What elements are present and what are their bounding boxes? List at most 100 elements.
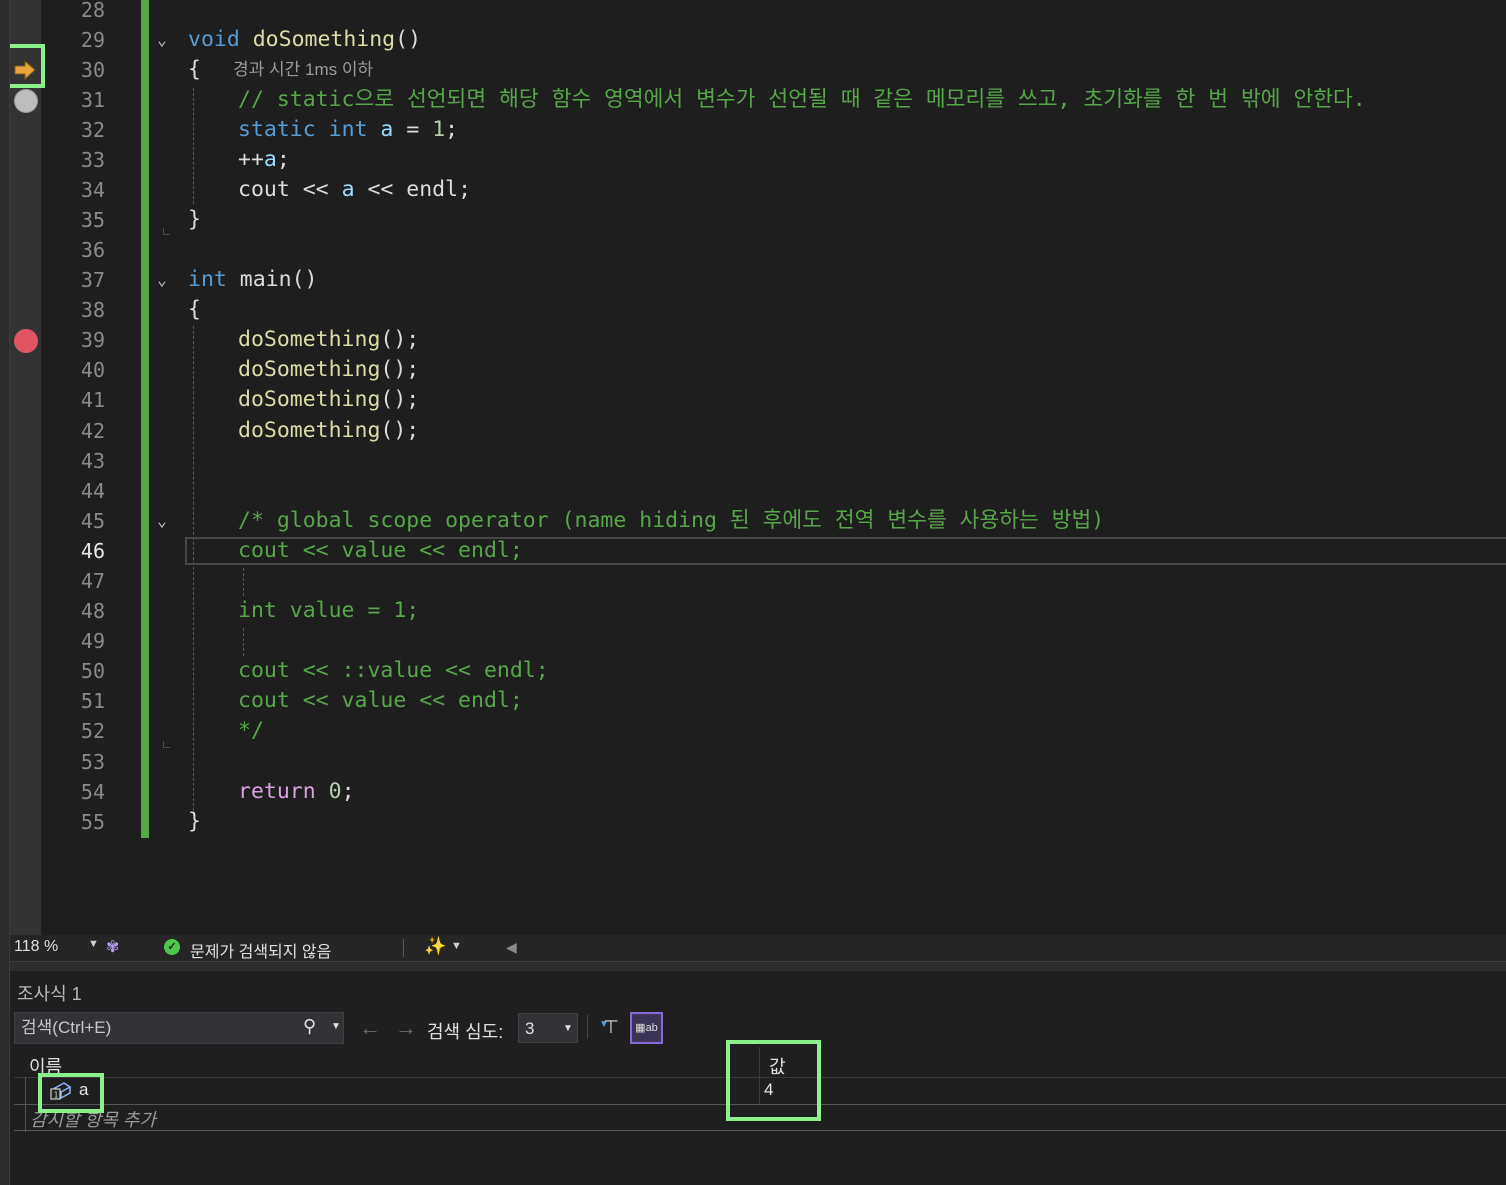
search-input[interactable] xyxy=(21,1017,291,1039)
code-line-42[interactable]: doSomething(); xyxy=(238,416,419,446)
code-line-32[interactable]: static int a = 1; xyxy=(238,115,458,145)
fold-toggle-icon[interactable]: ⌄ xyxy=(151,506,173,536)
hex-display-icon: ▦ab xyxy=(635,1022,658,1034)
code-line-30[interactable]: { xyxy=(188,55,201,85)
arrow-right-icon[interactable]: → xyxy=(395,1015,417,1041)
glyph-margin[interactable] xyxy=(10,0,41,935)
code-line-40[interactable]: doSomething(); xyxy=(238,355,419,385)
code-line-35[interactable]: } xyxy=(188,205,201,235)
number: 0 xyxy=(328,779,342,804)
punctuation: () xyxy=(395,27,422,52)
code-line-45[interactable]: /* global scope operator (name hiding 된 … xyxy=(238,506,1104,536)
pin-button[interactable]: ▼ ⊤ xyxy=(597,1013,625,1041)
keyword: static xyxy=(238,117,316,142)
zoom-level[interactable]: 118 % xyxy=(14,938,58,956)
code-line-33[interactable]: ++a; xyxy=(238,145,290,175)
punctuation: (); xyxy=(380,357,420,382)
code-line-29[interactable]: void doSomething() xyxy=(188,25,421,55)
fold-bracket xyxy=(163,228,170,235)
check-circle-icon: ✓ xyxy=(164,939,180,955)
chevron-down-icon[interactable]: ▼ xyxy=(331,1021,341,1032)
code-editor[interactable]: 28 29 30 31 32 33 34 35 36 37 38 39 40 4… xyxy=(0,0,1506,935)
punctuation: (); xyxy=(380,327,420,352)
code-text: main() xyxy=(226,267,318,292)
search-icon[interactable]: ⚲ xyxy=(303,1016,316,1037)
operator: ++ xyxy=(238,147,264,172)
code-line-41[interactable]: doSomething(); xyxy=(238,385,419,415)
line-number: 53 xyxy=(80,750,105,774)
brace: } xyxy=(188,809,201,834)
function-name: doSomething xyxy=(252,27,396,52)
code-line-31[interactable]: // static으로 선언되면 해당 함수 영역에서 변수가 선언될 때 같은… xyxy=(238,85,1366,115)
search-box[interactable]: ⚲ ▼ xyxy=(14,1012,344,1044)
line-numbers: 28 29 30 31 32 33 34 35 36 37 38 39 40 4… xyxy=(41,0,105,935)
highlight-box xyxy=(38,1073,104,1113)
change-tracking-bar xyxy=(141,0,149,838)
line-number: 41 xyxy=(80,388,105,412)
search-depth-select[interactable]: 3 ▼ xyxy=(518,1013,578,1043)
function-name: doSomething xyxy=(238,357,381,382)
line-number: 42 xyxy=(80,419,105,443)
comment: // static으로 선언되면 해당 함수 영역에서 변수가 선언될 때 같은… xyxy=(238,87,1366,112)
hex-display-button[interactable]: ▦ab xyxy=(630,1012,663,1044)
line-number: 35 xyxy=(80,208,105,232)
editor-status-bar: 118 % ▼ ✾ ✓ 문제가 검색되지 않음 ✨ ▼ ◀ xyxy=(10,935,1506,961)
disabled-breakpoint-icon[interactable] xyxy=(14,89,38,113)
arrow-left-icon[interactable]: ← xyxy=(359,1015,381,1041)
code-text: << endl; xyxy=(354,177,472,202)
code-line-39[interactable]: doSomething(); xyxy=(238,325,419,355)
operator: = xyxy=(393,117,433,142)
brace: { xyxy=(188,297,201,322)
function-name: doSomething xyxy=(238,387,381,412)
filter-icon: ▼ xyxy=(599,1019,609,1030)
chevron-down-icon: ▼ xyxy=(563,1023,573,1034)
code-line-34[interactable]: cout << a << endl; xyxy=(238,175,471,205)
scroll-left-icon[interactable]: ◀ xyxy=(506,939,517,956)
left-edge-strip xyxy=(0,0,10,1185)
intellicode-icon[interactable]: ✾ xyxy=(106,937,119,957)
search-depth-value: 3 xyxy=(525,1019,535,1038)
line-number: 48 xyxy=(80,599,105,623)
highlight-box xyxy=(4,44,45,88)
punctuation: (); xyxy=(380,387,420,412)
line-number: 55 xyxy=(80,810,105,834)
chevron-down-icon[interactable]: ▼ xyxy=(451,940,462,952)
issues-status[interactable]: 문제가 검색되지 않음 xyxy=(190,938,331,962)
keyword: int xyxy=(328,117,368,142)
chevron-down-icon[interactable]: ▼ xyxy=(88,938,99,950)
line-number: 47 xyxy=(80,569,105,593)
code-line-55[interactable]: } xyxy=(188,807,201,837)
code-line-50[interactable]: cout << ::value << endl; xyxy=(238,656,549,686)
code-line-38[interactable]: { xyxy=(188,295,201,325)
search-depth-label: 검색 심도: xyxy=(427,1022,504,1042)
variable: a xyxy=(380,117,394,142)
code-line-48[interactable]: int value = 1; xyxy=(238,596,419,626)
perf-tip[interactable]: 경과 시간 1ms 이하 xyxy=(233,58,373,82)
code-line-52[interactable]: */ xyxy=(238,716,264,746)
line-number: 49 xyxy=(80,629,105,653)
current-line-number: 46 xyxy=(80,539,105,563)
comment: int value = 1; xyxy=(238,598,420,623)
code-cleanup-icon[interactable]: ✨ xyxy=(424,936,446,957)
code-line-51[interactable]: cout << value << endl; xyxy=(238,686,523,716)
code-line-54[interactable]: return 0; xyxy=(238,777,355,807)
fold-toggle-icon[interactable]: ⌄ xyxy=(151,265,173,295)
indent-guide xyxy=(193,326,194,816)
brace: { xyxy=(188,57,201,82)
function-name: doSomething xyxy=(238,327,381,352)
keyword: int xyxy=(188,267,227,292)
code-line-37[interactable]: int main() xyxy=(188,265,317,295)
fold-toggle-icon[interactable]: ⌄ xyxy=(151,25,173,55)
line-number: 43 xyxy=(80,449,105,473)
punctuation: (); xyxy=(380,418,420,443)
line-number: 51 xyxy=(80,689,105,713)
breakpoint-icon[interactable] xyxy=(14,329,38,353)
line-number: 31 xyxy=(80,88,105,112)
indent-guide xyxy=(243,628,244,656)
line-number: 40 xyxy=(80,358,105,382)
code-line-46[interactable]: cout << value << endl; xyxy=(238,536,523,566)
punctuation: ; xyxy=(341,779,355,804)
fold-bracket xyxy=(163,741,170,748)
panel-title: 조사식 1 xyxy=(17,984,82,1004)
punctuation: ; xyxy=(276,147,290,172)
